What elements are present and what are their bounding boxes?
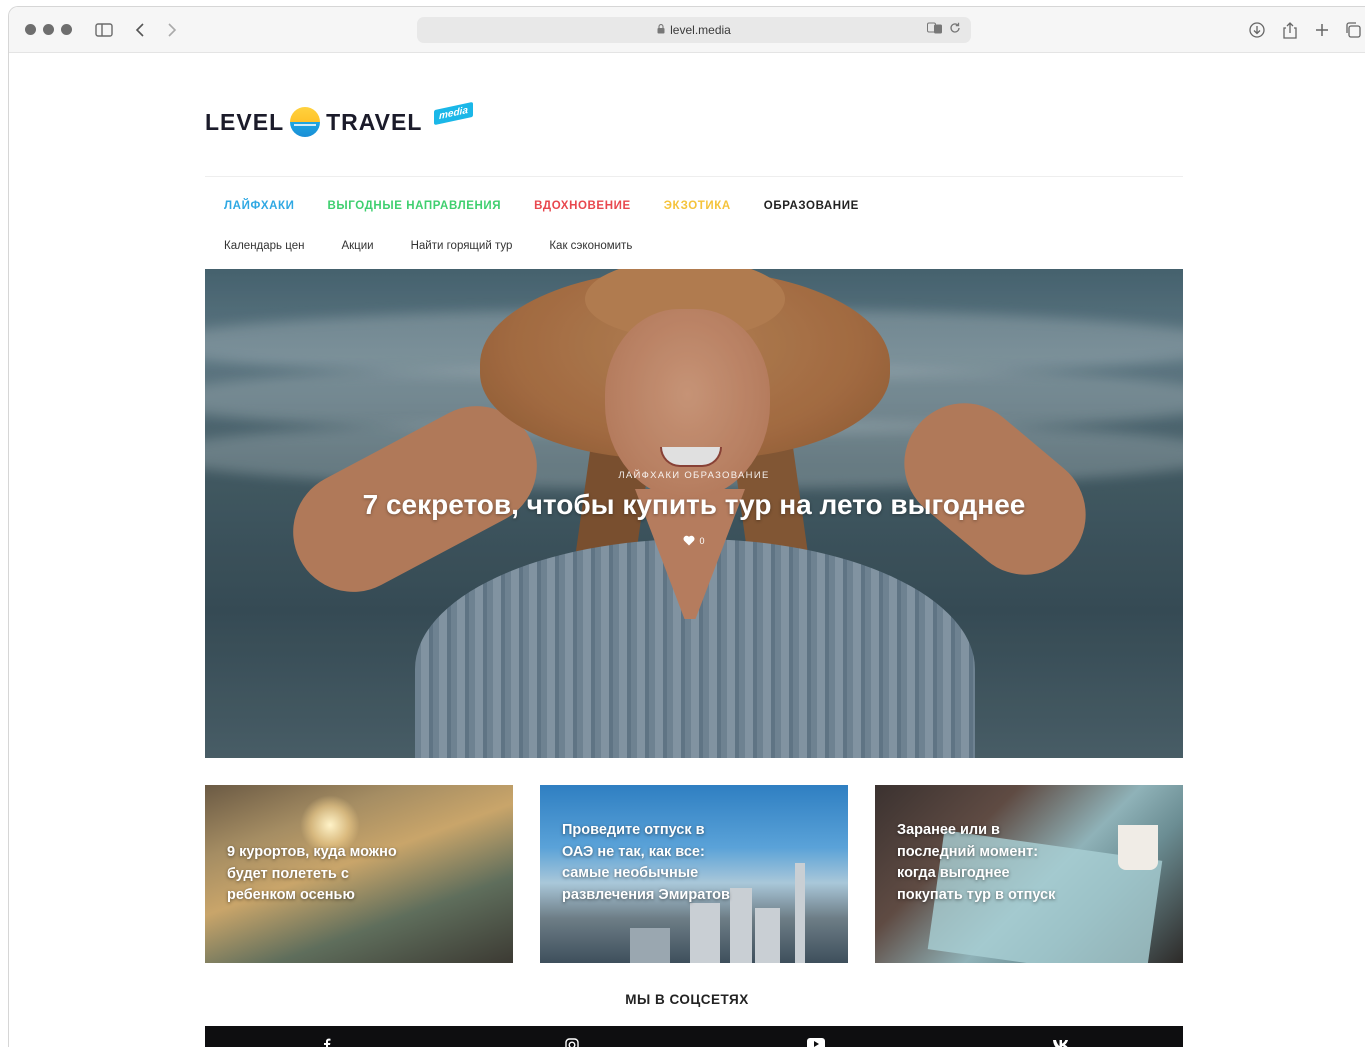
like-count: 0 [699,535,705,546]
browser-toolbar: level.media [9,7,1365,53]
web-page: LEVEL TRAVEL media ЛАЙФХАКИ ВЫГОДНЫЕ НАП… [9,54,1365,1047]
like-counter[interactable]: 0 [205,535,1183,546]
logo-word-travel: TRAVEL [326,108,423,135]
back-icon[interactable] [129,19,151,41]
article-card[interactable]: 9 курортов, куда можно будет полететь с … [205,785,513,963]
article-cards: 9 курортов, куда можно будет полететь с … [205,785,1183,963]
minimize-window-button[interactable] [43,24,54,35]
category-nav: ЛАЙФХАКИ ВЫГОДНЫЕ НАПРАВЛЕНИЯ ВДОХНОВЕНИ… [224,200,859,212]
category-link-education[interactable]: ОБРАЗОВАНИЕ [764,200,859,212]
article-card-title: 9 курортов, куда можно будет полететь с … [227,844,397,903]
social-links-bar [205,1026,1183,1047]
category-link-exotic[interactable]: ЭКЗОТИКА [664,200,731,212]
browser-window: level.media LEVEL TRAVEL media ЛАЙФХАКИ … [8,6,1365,1047]
translate-icon[interactable] [927,22,943,37]
subnav-link-save-money[interactable]: Как сэкономить [549,240,632,252]
subnav-link-price-calendar[interactable]: Календарь цен [224,240,304,252]
instagram-icon[interactable] [557,1038,587,1047]
social-section-title: МЫ В СОЦСЕТЯХ [625,992,749,1007]
site-logo[interactable]: LEVEL TRAVEL media [205,101,474,142]
header-divider [205,176,1183,177]
address-bar[interactable]: level.media [417,17,971,43]
hero-article[interactable]: ЛАЙФХАКИ ОБРАЗОВАНИЕ 7 секретов, чтобы к… [205,269,1183,758]
hero-tags[interactable]: ЛАЙФХАКИ ОБРАЗОВАНИЕ [205,470,1183,481]
article-card[interactable]: Заранее или в последний момент: когда вы… [875,785,1183,963]
zoom-window-button[interactable] [61,24,72,35]
sun-logo-icon [290,107,321,137]
article-card-title: Проведите отпуск в ОАЭ не так, как все: … [562,822,730,903]
tab-overview-icon[interactable] [1342,19,1364,41]
lock-icon [657,23,665,37]
category-link-destinations[interactable]: ВЫГОДНЫЕ НАПРАВЛЕНИЯ [328,200,502,212]
hero-title[interactable]: 7 секретов, чтобы купить тур на лето выг… [205,489,1183,521]
youtube-icon[interactable] [801,1038,831,1047]
url-text: level.media [670,23,731,37]
forward-icon[interactable] [161,19,183,41]
article-card-title: Заранее или в последний момент: когда вы… [897,822,1056,903]
facebook-icon[interactable] [312,1038,342,1047]
category-link-lifehacks[interactable]: ЛАЙФХАКИ [224,200,295,212]
new-tab-icon[interactable] [1311,19,1333,41]
sidebar-toggle-icon[interactable] [93,19,115,41]
share-icon[interactable] [1279,19,1301,41]
category-link-inspiration[interactable]: ВДОХНОВЕНИЕ [534,200,631,212]
vk-icon[interactable] [1046,1038,1076,1047]
heart-icon [683,535,695,546]
sub-nav: Календарь цен Акции Найти горящий тур Ка… [224,240,632,252]
download-icon[interactable] [1246,19,1268,41]
reload-icon[interactable] [949,22,961,37]
logo-word-level: LEVEL [205,108,285,135]
article-card[interactable]: Проведите отпуск в ОАЭ не так, как все: … [540,785,848,963]
logo-badge: media [434,101,474,125]
subnav-link-deals[interactable]: Акции [341,240,373,252]
close-window-button[interactable] [25,24,36,35]
subnav-link-last-minute[interactable]: Найти горящий тур [411,240,513,252]
